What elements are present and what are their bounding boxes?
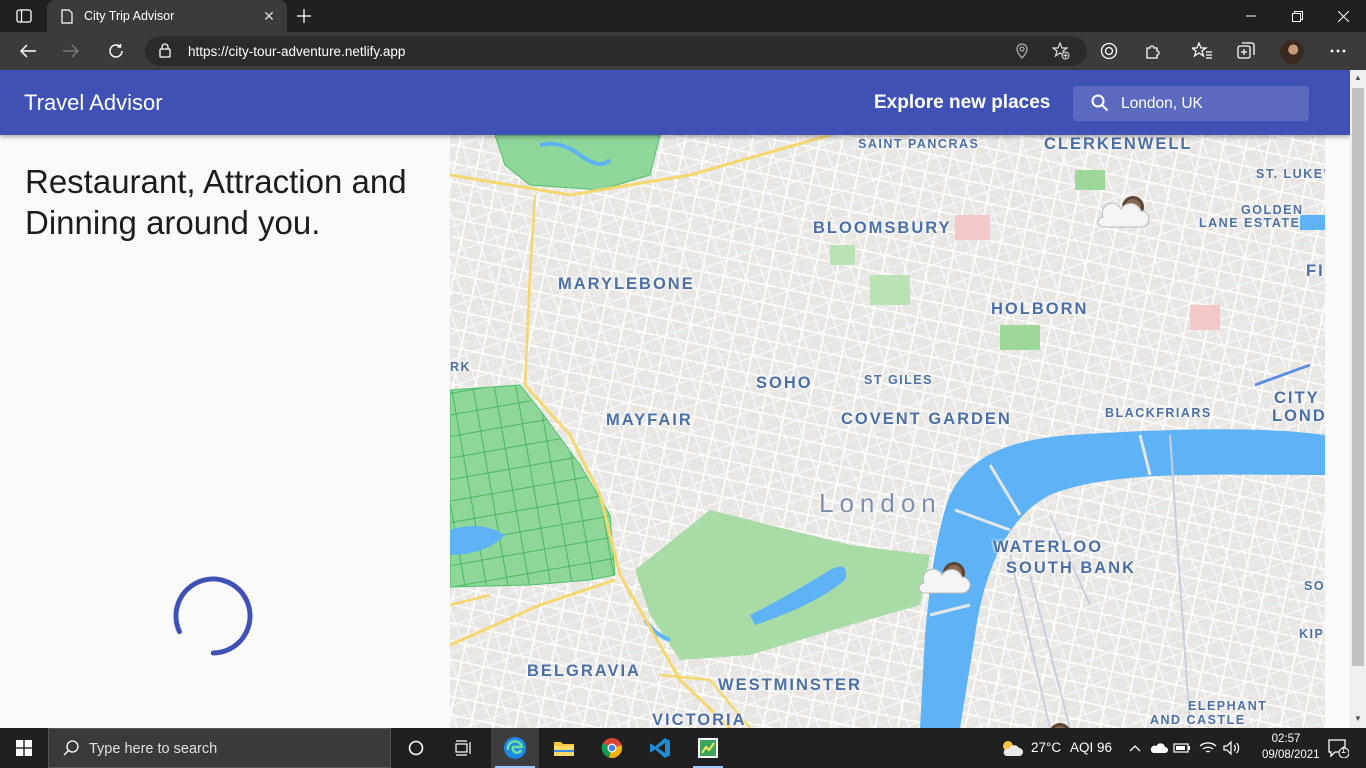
location-icon[interactable]	[1012, 41, 1032, 61]
close-window-icon[interactable]	[1320, 0, 1366, 32]
map-label-clerkenwell: CLERKENWELL	[1044, 135, 1193, 153]
battery-icon[interactable]	[1172, 728, 1192, 768]
taskbar-search[interactable]: Type here to search	[48, 728, 391, 768]
scrollbar-thumb[interactable]	[1352, 88, 1364, 666]
taskbar-chrome-icon[interactable]	[589, 728, 635, 768]
map-label-victoria: VICTORIA	[652, 711, 747, 728]
cortana-icon[interactable]	[393, 728, 439, 768]
windows-start-icon[interactable]	[0, 728, 48, 768]
taskbar-clock[interactable]: 02:57 09/08/2021	[1262, 731, 1320, 763]
browser-toolbar: https://city-tour-adventure.netlify.app	[0, 32, 1366, 70]
weather-aqi[interactable]: AQI 96	[1070, 740, 1112, 755]
scroll-down-icon[interactable]: ▼	[1353, 714, 1363, 724]
restore-icon[interactable]	[1274, 0, 1320, 32]
page-scrollbar[interactable]: ▲ ▼	[1350, 70, 1366, 728]
loading-spinner-icon	[173, 576, 253, 656]
taskbar-app-icon[interactable]	[685, 728, 731, 768]
map-label-mayfair: MAYFAIR	[606, 411, 693, 429]
map-label-fi: FI	[1306, 262, 1325, 280]
taskbar-vscode-icon[interactable]	[637, 728, 683, 768]
onedrive-icon[interactable]	[1149, 728, 1169, 768]
map-label-city-1: CITY	[1274, 389, 1320, 407]
tab-title: City Trip Advisor	[84, 9, 175, 23]
map-label-westminster: WESTMINSTER	[718, 676, 862, 694]
taskbar-file-explorer-icon[interactable]	[541, 728, 587, 768]
map-label-rk: RK	[450, 360, 472, 374]
taskbar-edge-icon[interactable]	[491, 728, 539, 768]
weather-cloud-icon	[1097, 196, 1150, 228]
taskbar-search-placeholder: Type here to search	[89, 741, 218, 757]
scroll-up-icon[interactable]: ▲	[1353, 73, 1363, 83]
map-label-elephant-2: AND CASTLE	[1150, 713, 1246, 727]
explore-label: Explore new places	[874, 92, 1051, 113]
page-icon	[59, 8, 75, 24]
map-label-waterloo: WATERLOO	[993, 538, 1104, 556]
map-label-soho: SOHO	[756, 374, 813, 392]
back-icon[interactable]	[14, 37, 42, 65]
collections-icon[interactable]	[1232, 37, 1260, 65]
tab-city-trip-advisor[interactable]: City Trip Advisor ✕	[47, 0, 287, 32]
search-icon	[63, 740, 79, 761]
weather-icon[interactable]	[998, 728, 1026, 768]
app-brand[interactable]: Travel Advisor	[24, 90, 163, 116]
map-label-st-lukes: ST. LUKE'	[1256, 167, 1325, 181]
map-label-golden-lane-2: LANE ESTATE	[1199, 216, 1301, 230]
weather-temperature[interactable]: 27°C	[1031, 740, 1061, 755]
map-label-belgravia: BELGRAVIA	[527, 662, 641, 680]
map-view[interactable]: SAINT PANCRAS CLERKENWELL ST. LUKE' GOLD…	[450, 135, 1325, 728]
chevron-up-icon[interactable]	[1125, 728, 1145, 768]
notification-count: 1	[1341, 745, 1347, 755]
refresh-icon[interactable]	[102, 37, 130, 65]
profile-avatar[interactable]	[1280, 40, 1304, 64]
map-label-saint-pancras: SAINT PANCRAS	[858, 137, 980, 151]
page-heading: Restaurant, Attraction and Dinning aroun…	[25, 163, 407, 241]
clock-time: 02:57	[1271, 733, 1301, 745]
weather-cloud-icon	[918, 562, 971, 594]
tab-actions-icon[interactable]	[10, 6, 38, 26]
close-tab-icon[interactable]: ✕	[257, 4, 281, 28]
weather-cloud-icon	[1050, 723, 1070, 728]
notifications-icon[interactable]: 1	[1318, 728, 1358, 768]
wifi-icon[interactable]	[1197, 728, 1219, 768]
favorites-icon[interactable]	[1188, 37, 1216, 65]
location-search[interactable]	[1073, 86, 1309, 121]
map-label-golden-lane-1: GOLDEN	[1241, 203, 1304, 217]
add-favorite-icon[interactable]	[1051, 41, 1071, 61]
new-tab-icon[interactable]	[292, 4, 316, 28]
map-label-marylebone: MARYLEBONE	[558, 275, 695, 293]
map-label-kip: KIP	[1299, 627, 1325, 641]
map-label-city-2: LOND	[1272, 407, 1325, 425]
volume-icon[interactable]	[1221, 728, 1243, 768]
minimize-icon[interactable]	[1228, 0, 1274, 32]
forward-icon[interactable]	[57, 37, 85, 65]
url-text[interactable]: https://city-tour-adventure.netlify.app	[188, 44, 405, 59]
more-menu-icon[interactable]	[1324, 37, 1352, 65]
map-label-covent-garden: COVENT GARDEN	[841, 410, 1012, 428]
web-page: Travel Advisor Explore new places Restau…	[0, 70, 1350, 728]
lock-icon[interactable]	[159, 43, 171, 63]
browser-tabstrip: City Trip Advisor ✕	[0, 0, 1366, 32]
map-label-blackfriars: BLACKFRIARS	[1105, 406, 1212, 420]
map-label-elephant-1: ELEPHANT	[1188, 699, 1268, 713]
search-icon	[1091, 94, 1109, 117]
map-label-holborn: HOLBORN	[991, 300, 1089, 318]
places-panel: Restaurant, Attraction and Dinning aroun…	[0, 135, 450, 728]
windows-taskbar: Type here to search 27°C AQI 96 02:57 09…	[0, 728, 1366, 768]
map-label-bloomsbury: BLOOMSBURY	[813, 219, 952, 237]
map-label-so: SO	[1304, 579, 1325, 593]
clock-date: 09/08/2021	[1262, 749, 1320, 761]
map-label-london: London	[819, 488, 942, 518]
map-label-st-giles: ST GILES	[864, 373, 933, 387]
tracking-icon[interactable]	[1095, 37, 1123, 65]
search-input[interactable]	[1121, 93, 1301, 115]
app-header: Travel Advisor Explore new places	[0, 70, 1350, 135]
address-bar[interactable]: https://city-tour-adventure.netlify.app	[145, 36, 1087, 66]
extensions-icon[interactable]	[1139, 37, 1167, 65]
task-view-icon[interactable]	[441, 728, 487, 768]
map-label-south-bank: SOUTH BANK	[1006, 559, 1136, 577]
